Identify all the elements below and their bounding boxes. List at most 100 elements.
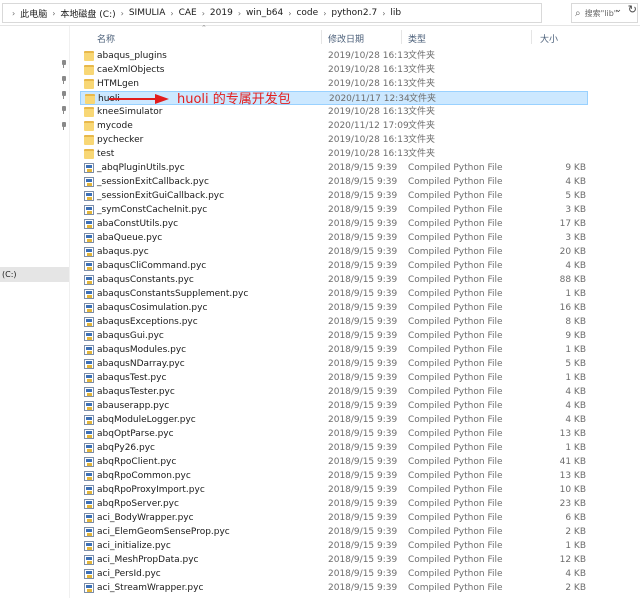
column-size[interactable]: 大小 <box>540 32 558 45</box>
pin-icon[interactable] <box>60 76 68 84</box>
file-row[interactable]: abaqusCliCommand.pyc 2018/9/15 9:39 Compil… <box>80 259 588 273</box>
chevron-right-icon[interactable]: › <box>202 9 205 18</box>
file-row[interactable]: aci_PersId.pyc 2018/9/15 9:39 Compiled Pyt… <box>80 567 588 581</box>
file-row[interactable]: _sessionExitGuiCallback.pyc 2018/9/15 9:3… <box>80 189 588 203</box>
pin-icon[interactable] <box>60 122 68 130</box>
file-date: 2018/9/15 9:39 <box>328 233 398 243</box>
file-row[interactable]: abaqusConstantsSupplement.pyc 2018/9/15 9… <box>80 287 588 301</box>
file-row[interactable]: aci_initialize.pyc 2018/9/15 9:39 Compiled… <box>80 539 588 553</box>
breadcrumb-item[interactable]: SIMULIA <box>129 8 166 18</box>
chevron-right-icon[interactable]: › <box>382 9 385 18</box>
file-row[interactable]: abauserapp.pyc 2018/9/15 9:39 Compiled Pyt… <box>80 399 588 413</box>
file-name: abaqusCosimulation.pyc <box>97 303 208 313</box>
breadcrumb-item[interactable]: code <box>296 8 318 18</box>
file-date: 2018/9/15 9:39 <box>328 457 398 467</box>
python-file-icon <box>84 457 94 467</box>
pin-icon[interactable] <box>60 91 68 99</box>
search-placeholder: 搜索"lib" <box>584 8 618 18</box>
file-name: abqPy26.pyc <box>97 443 155 453</box>
folder-icon <box>84 149 94 159</box>
folder-row[interactable]: mycode 2020/11/12 17:09 文件夹 <box>80 119 588 133</box>
file-row[interactable]: abaqusConstants.pyc 2018/9/15 9:39 Compile… <box>80 273 588 287</box>
nav-item-drive-c[interactable]: (C:) <box>0 267 69 282</box>
folder-row[interactable]: abaqus_plugins 2019/10/28 16:13 文件夹 <box>80 49 588 63</box>
folder-row[interactable]: HTMLgen 2019/10/28 16:13 文件夹 <box>80 77 588 91</box>
breadcrumb-item[interactable]: 本地磁盘 (C:) <box>60 7 115 20</box>
file-name: _abqPluginUtils.pyc <box>97 163 185 173</box>
file-row[interactable]: aci_MeshPropData.pyc 2018/9/15 9:39 Compil… <box>80 553 588 567</box>
python-file-icon <box>84 261 94 271</box>
folder-row[interactable]: pychecker 2019/10/28 16:13 文件夹 <box>80 133 588 147</box>
file-name: test <box>97 149 115 159</box>
folder-icon <box>84 65 94 75</box>
breadcrumb-item[interactable]: lib <box>390 8 401 18</box>
file-row[interactable]: abaqusCosimulation.pyc 2018/9/15 9:39 Comp… <box>80 301 588 315</box>
chevron-right-icon[interactable]: › <box>288 9 291 18</box>
file-row[interactable]: abaqusTest.pyc 2018/9/15 9:39 Compiled Pyt… <box>80 371 588 385</box>
column-divider[interactable] <box>531 30 532 44</box>
file-row[interactable]: aci_ElemGeomSenseProp.pyc 2018/9/15 9:39 C… <box>80 525 588 539</box>
file-type: 文件夹 <box>408 149 436 159</box>
file-row[interactable]: abaqusTester.pyc 2018/9/15 9:39 Compiled P… <box>80 385 588 399</box>
file-row[interactable]: abaqusGui.pyc 2018/9/15 9:39 Compiled Pyth… <box>80 329 588 343</box>
file-name: abaqusGui.pyc <box>97 331 164 341</box>
folder-row[interactable]: caeXmlObjects 2019/10/28 16:13 文件夹 <box>80 63 588 77</box>
column-divider[interactable] <box>321 30 322 44</box>
breadcrumb-item[interactable]: win_b64 <box>246 8 283 18</box>
chevron-right-icon[interactable]: › <box>238 9 241 18</box>
breadcrumb-item[interactable]: 此电脑 <box>20 7 47 20</box>
file-row[interactable]: abqModuleLogger.pyc 2018/9/15 9:39 Compile… <box>80 413 588 427</box>
column-type[interactable]: 类型 <box>408 32 426 45</box>
file-row[interactable]: _symConstCacheInit.pyc 2018/9/15 9:39 Comp… <box>80 203 588 217</box>
file-row[interactable]: aci_StreamWrapper.pyc 2018/9/15 9:39 Compi… <box>80 581 588 595</box>
file-row[interactable]: abaqusModules.pyc 2018/9/15 9:39 Compiled … <box>80 343 588 357</box>
folder-row[interactable]: test 2019/10/28 16:13 文件夹 <box>80 147 588 161</box>
file-row[interactable]: abaqus.pyc 2018/9/15 9:39 Compiled Python … <box>80 245 588 259</box>
file-size: 1 KB <box>565 373 586 383</box>
file-row[interactable]: _abqPluginUtils.pyc 2018/9/15 9:39 Compile… <box>80 161 588 175</box>
search-input[interactable]: ⌕ 搜索"lib" <box>571 3 638 23</box>
file-row[interactable]: abaConstUtils.pyc 2018/9/15 9:39 Compiled … <box>80 217 588 231</box>
pin-icon[interactable] <box>60 60 68 68</box>
chevron-right-icon[interactable]: › <box>323 9 326 18</box>
file-type: Compiled Python File <box>408 471 503 481</box>
file-name: abaqusModules.pyc <box>97 345 187 355</box>
python-file-icon <box>84 401 94 411</box>
file-size: 4 KB <box>565 415 586 425</box>
chevron-right-icon[interactable]: › <box>170 9 173 18</box>
file-name: caeXmlObjects <box>97 65 165 75</box>
chevron-right-icon[interactable]: › <box>52 9 55 18</box>
file-row[interactable]: abqRpoProxyImport.pyc 2018/9/15 9:39 Compi… <box>80 483 588 497</box>
breadcrumb-item[interactable]: python2.7 <box>331 8 377 18</box>
column-name[interactable]: 名称 <box>97 32 115 45</box>
breadcrumb[interactable]: › 此电脑 › 本地磁盘 (C:) › SIMULIA › CAE › 2019 › win_b64… <box>2 3 542 23</box>
file-date: 2018/9/15 9:39 <box>328 275 398 285</box>
python-file-icon <box>84 317 94 327</box>
column-date[interactable]: 修改日期 <box>328 32 364 45</box>
chevron-right-icon[interactable]: › <box>12 9 15 18</box>
file-row[interactable]: abaqusNDarray.pyc 2018/9/15 9:39 Compiled … <box>80 357 588 371</box>
file-row[interactable]: abqPy26.pyc 2018/9/15 9:39 Compiled Python… <box>80 441 588 455</box>
file-row[interactable]: abqRpoClient.pyc 2018/9/15 9:39 Compiled P… <box>80 455 588 469</box>
file-row[interactable]: aci_BodyWrapper.pyc 2018/9/15 9:39 Compile… <box>80 511 588 525</box>
pin-icon[interactable] <box>60 106 68 114</box>
file-row[interactable]: abqRpoServer.pyc 2018/9/15 9:39 Compiled P… <box>80 497 588 511</box>
file-row[interactable]: _sessionExitCallback.pyc 2018/9/15 9:39 Co… <box>80 175 588 189</box>
chevron-right-icon[interactable]: › <box>121 9 124 18</box>
python-file-icon <box>84 583 94 593</box>
file-type: Compiled Python File <box>408 233 503 243</box>
breadcrumb-item[interactable]: 2019 <box>210 8 233 18</box>
file-date: 2018/9/15 9:39 <box>328 345 398 355</box>
file-row[interactable]: abaqusExceptions.pyc 2018/9/15 9:39 Compil… <box>80 315 588 329</box>
file-date: 2018/9/15 9:39 <box>328 513 398 523</box>
file-name: abqRpoClient.pyc <box>97 457 177 467</box>
file-name: abqRpoServer.pyc <box>97 499 179 509</box>
python-file-icon <box>84 499 94 509</box>
file-date: 2018/9/15 9:39 <box>328 177 398 187</box>
file-row[interactable]: abqOptParse.pyc 2018/9/15 9:39 Compiled Py… <box>80 427 588 441</box>
file-row[interactable]: abaQueue.pyc 2018/9/15 9:39 Compiled Pytho… <box>80 231 588 245</box>
folder-icon <box>84 79 94 89</box>
file-row[interactable]: abqRpoCommon.pyc 2018/9/15 9:39 Compiled P… <box>80 469 588 483</box>
column-divider[interactable] <box>401 30 402 44</box>
breadcrumb-item[interactable]: CAE <box>179 8 197 18</box>
